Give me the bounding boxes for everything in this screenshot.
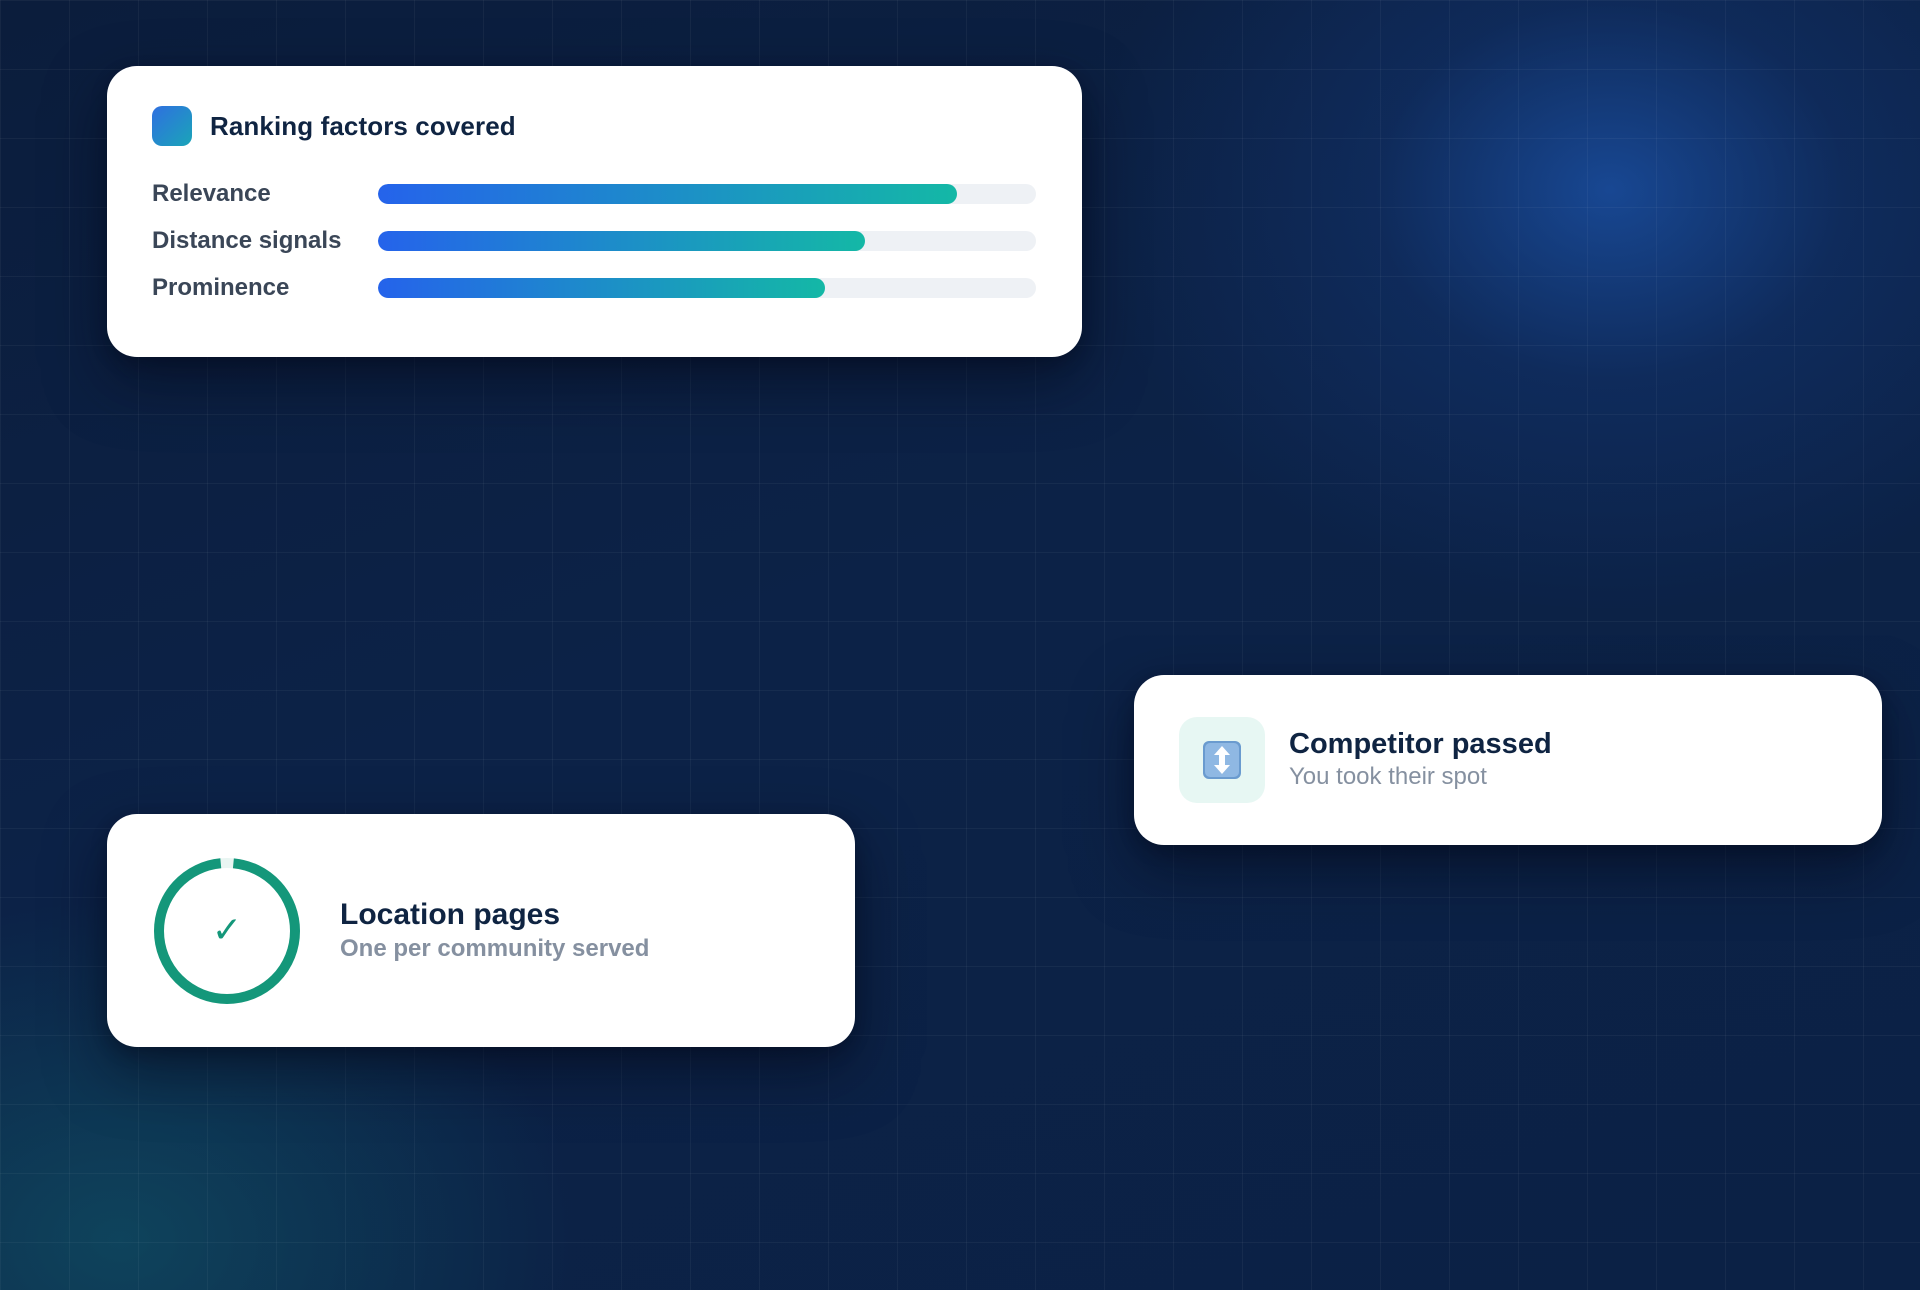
factor-label: Relevance [152,179,271,207]
location-text: Location pages One per community served [340,897,649,965]
gradient-square-icon [152,106,192,146]
factor-row-distance-signals: Distance signals [152,217,1037,264]
competitor-text: Competitor passed You took their spot [1289,727,1552,793]
factor-progress-track [378,183,1036,204]
factor-progress-fill [378,183,958,204]
competitor-title: Competitor passed [1289,728,1552,760]
up-down-arrow-icon [1179,717,1265,803]
factor-label: Prominence [152,273,290,301]
checkmark-icon: ✓ [211,910,243,951]
ranking-card-header: Ranking factors covered [152,106,1037,146]
location-title: Location pages [340,897,561,931]
location-pages-card: ✓ Location pages One per community serve… [107,814,855,1047]
factor-row-relevance: Relevance [152,170,1037,217]
location-subtitle: One per community served [340,934,650,962]
progress-ring-icon: ✓ [152,856,302,1006]
factor-progress-track [378,230,1036,251]
factor-label: Distance signals [152,226,342,254]
competitor-subtitle: You took their spot [1289,763,1487,790]
factor-progress-fill [378,230,865,251]
factor-progress-fill [378,277,826,298]
ranking-card-title: Ranking factors covered [210,110,516,141]
ranking-factors-card: Ranking factors covered Relevance Distan… [107,66,1082,357]
factor-progress-track [378,277,1036,298]
factor-row-prominence: Prominence [152,264,1037,311]
competitor-passed-card: Competitor passed You took their spot [1134,675,1882,845]
